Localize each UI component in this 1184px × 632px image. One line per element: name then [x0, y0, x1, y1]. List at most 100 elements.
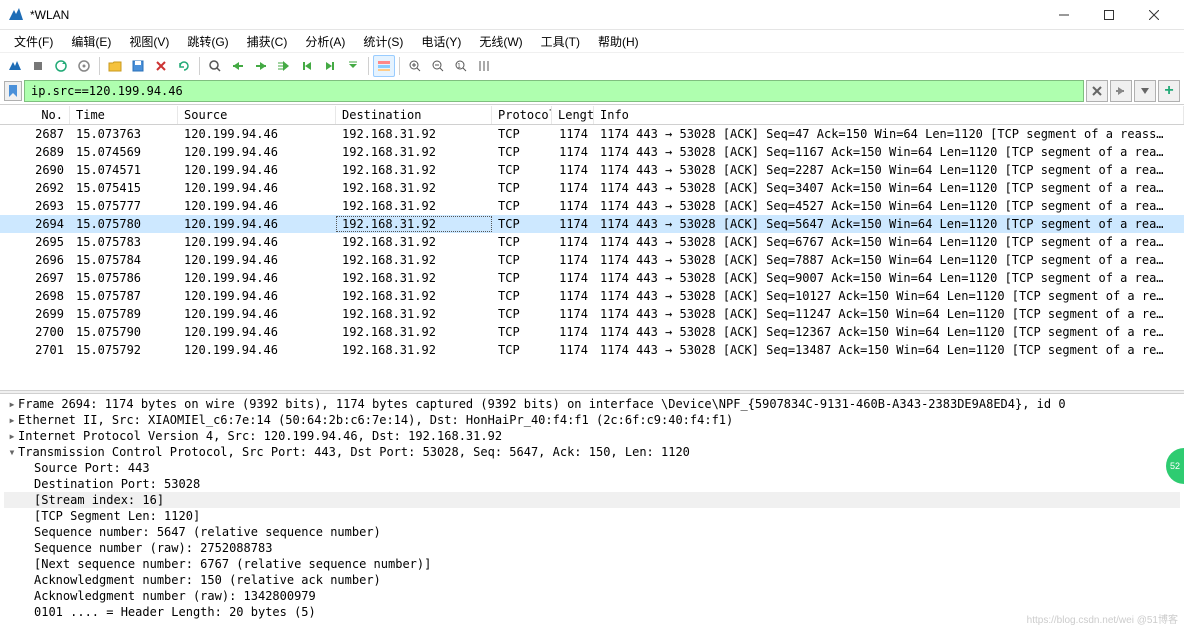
- col-header-time[interactable]: Time: [70, 106, 178, 124]
- detail-text: [Next sequence number: 6767 (relative se…: [34, 557, 431, 571]
- menu-item[interactable]: 视图(V): [121, 31, 177, 52]
- table-row[interactable]: 270115.075792120.199.94.46192.168.31.92T…: [0, 341, 1184, 359]
- detail-text: Source Port: 443: [34, 461, 150, 475]
- detail-node[interactable]: Source Port: 443: [4, 460, 1180, 476]
- collapse-icon[interactable]: ▾: [6, 445, 18, 459]
- app-logo-icon: [8, 7, 24, 23]
- zoom-reset-icon[interactable]: 1: [450, 55, 472, 77]
- save-file-icon[interactable]: [127, 55, 149, 77]
- svg-text:1: 1: [457, 63, 461, 70]
- minimize-button[interactable]: [1041, 0, 1086, 29]
- display-filter-bar: +: [0, 78, 1184, 104]
- auto-scroll-icon[interactable]: [342, 55, 364, 77]
- table-row[interactable]: 269415.075780120.199.94.46192.168.31.92T…: [0, 215, 1184, 233]
- detail-text: Sequence number: 5647 (relative sequence…: [34, 525, 381, 539]
- detail-node[interactable]: Sequence number (raw): 2752088783: [4, 540, 1180, 556]
- expand-icon[interactable]: ▸: [6, 413, 18, 427]
- go-last-icon[interactable]: [319, 55, 341, 77]
- find-packet-icon[interactable]: [204, 55, 226, 77]
- menu-item[interactable]: 跳转(G): [179, 31, 236, 52]
- filter-clear-icon[interactable]: [1086, 80, 1108, 102]
- col-header-no[interactable]: No.: [0, 106, 70, 124]
- menu-item[interactable]: 无线(W): [471, 31, 530, 52]
- detail-node[interactable]: ▸Frame 2694: 1174 bytes on wire (9392 bi…: [4, 396, 1180, 412]
- detail-node[interactable]: ▾Transmission Control Protocol, Src Port…: [4, 444, 1180, 460]
- table-row[interactable]: 269915.075789120.199.94.46192.168.31.92T…: [0, 305, 1184, 323]
- close-button[interactable]: [1131, 0, 1176, 29]
- go-to-packet-icon[interactable]: [273, 55, 295, 77]
- maximize-button[interactable]: [1086, 0, 1131, 29]
- packet-details-pane[interactable]: ▸Frame 2694: 1174 bytes on wire (9392 bi…: [0, 394, 1184, 632]
- detail-node[interactable]: [TCP Segment Len: 1120]: [4, 508, 1180, 524]
- detail-node[interactable]: ▸Internet Protocol Version 4, Src: 120.1…: [4, 428, 1180, 444]
- detail-text: Destination Port: 53028: [34, 477, 200, 491]
- packet-list-pane[interactable]: No. Time Source Destination Protocol Len…: [0, 104, 1184, 390]
- col-header-info[interactable]: Info: [594, 106, 1184, 124]
- expand-icon[interactable]: ▸: [6, 397, 18, 411]
- detail-node[interactable]: Sequence number: 5647 (relative sequence…: [4, 524, 1180, 540]
- restart-capture-icon[interactable]: [50, 55, 72, 77]
- detail-text: Sequence number (raw): 2752088783: [34, 541, 272, 555]
- detail-text: Transmission Control Protocol, Src Port:…: [18, 445, 690, 459]
- detail-node[interactable]: Acknowledgment number (raw): 1342800979: [4, 588, 1180, 604]
- menu-item[interactable]: 电话(Y): [413, 31, 469, 52]
- expand-icon[interactable]: ▸: [6, 429, 18, 443]
- detail-text: [TCP Segment Len: 1120]: [34, 509, 200, 523]
- detail-node[interactable]: 0101 .... = Header Length: 20 bytes (5): [4, 604, 1180, 620]
- detail-text: [Stream index: 16]: [34, 493, 164, 507]
- detail-node[interactable]: ▸Ethernet II, Src: XIAOMIEl_c6:7e:14 (50…: [4, 412, 1180, 428]
- menu-item[interactable]: 文件(F): [6, 31, 61, 52]
- capture-options-icon[interactable]: [73, 55, 95, 77]
- go-first-icon[interactable]: [296, 55, 318, 77]
- detail-node[interactable]: Acknowledgment number: 150 (relative ack…: [4, 572, 1180, 588]
- filter-apply-icon[interactable]: [1110, 80, 1132, 102]
- table-row[interactable]: 269515.075783120.199.94.46192.168.31.92T…: [0, 233, 1184, 251]
- menu-item[interactable]: 分析(A): [297, 31, 353, 52]
- col-header-length[interactable]: Length: [552, 106, 594, 124]
- close-file-icon[interactable]: [150, 55, 172, 77]
- col-header-dest[interactable]: Destination: [336, 106, 492, 124]
- go-back-icon[interactable]: [227, 55, 249, 77]
- table-row[interactable]: 269615.075784120.199.94.46192.168.31.92T…: [0, 251, 1184, 269]
- detail-text: 0101 .... = Header Length: 20 bytes (5): [34, 605, 316, 619]
- col-header-source[interactable]: Source: [178, 106, 336, 124]
- menu-item[interactable]: 帮助(H): [590, 31, 647, 52]
- menu-item[interactable]: 编辑(E): [63, 31, 119, 52]
- zoom-in-icon[interactable]: [404, 55, 426, 77]
- table-row[interactable]: 270015.075790120.199.94.46192.168.31.92T…: [0, 323, 1184, 341]
- start-capture-icon[interactable]: [4, 55, 26, 77]
- table-row[interactable]: 269715.075786120.199.94.46192.168.31.92T…: [0, 269, 1184, 287]
- table-row[interactable]: 269215.075415120.199.94.46192.168.31.92T…: [0, 179, 1184, 197]
- open-file-icon[interactable]: [104, 55, 126, 77]
- packet-list-header[interactable]: No. Time Source Destination Protocol Len…: [0, 105, 1184, 125]
- window-title: *WLAN: [30, 8, 1041, 22]
- detail-node[interactable]: [Next sequence number: 6767 (relative se…: [4, 556, 1180, 572]
- display-filter-input[interactable]: [24, 80, 1084, 102]
- watermark-text: https://blog.csdn.net/wei @51博客: [1027, 611, 1178, 626]
- reload-icon[interactable]: [173, 55, 195, 77]
- go-forward-icon[interactable]: [250, 55, 272, 77]
- table-row[interactable]: 269315.075777120.199.94.46192.168.31.92T…: [0, 197, 1184, 215]
- filter-expression-dropdown-icon[interactable]: [1134, 80, 1156, 102]
- filter-add-icon[interactable]: +: [1158, 80, 1180, 102]
- titlebar: *WLAN: [0, 0, 1184, 30]
- col-header-proto[interactable]: Protocol: [492, 106, 552, 124]
- menubar: 文件(F)编辑(E)视图(V)跳转(G)捕获(C)分析(A)统计(S)电话(Y)…: [0, 30, 1184, 52]
- table-row[interactable]: 268715.073763120.199.94.46192.168.31.92T…: [0, 125, 1184, 143]
- filter-bookmark-icon[interactable]: [4, 81, 22, 101]
- detail-text: Frame 2694: 1174 bytes on wire (9392 bit…: [18, 397, 1066, 411]
- detail-text: Ethernet II, Src: XIAOMIEl_c6:7e:14 (50:…: [18, 413, 733, 427]
- detail-text: Acknowledgment number: 150 (relative ack…: [34, 573, 381, 587]
- table-row[interactable]: 268915.074569120.199.94.46192.168.31.92T…: [0, 143, 1184, 161]
- resize-columns-icon[interactable]: [473, 55, 495, 77]
- zoom-out-icon[interactable]: [427, 55, 449, 77]
- stop-capture-icon[interactable]: [27, 55, 49, 77]
- menu-item[interactable]: 捕获(C): [239, 31, 296, 52]
- table-row[interactable]: 269815.075787120.199.94.46192.168.31.92T…: [0, 287, 1184, 305]
- detail-node[interactable]: Destination Port: 53028: [4, 476, 1180, 492]
- menu-item[interactable]: 统计(S): [355, 31, 411, 52]
- colorize-icon[interactable]: [373, 55, 395, 77]
- table-row[interactable]: 269015.074571120.199.94.46192.168.31.92T…: [0, 161, 1184, 179]
- menu-item[interactable]: 工具(T): [533, 31, 588, 52]
- detail-node[interactable]: [Stream index: 16]: [4, 492, 1180, 508]
